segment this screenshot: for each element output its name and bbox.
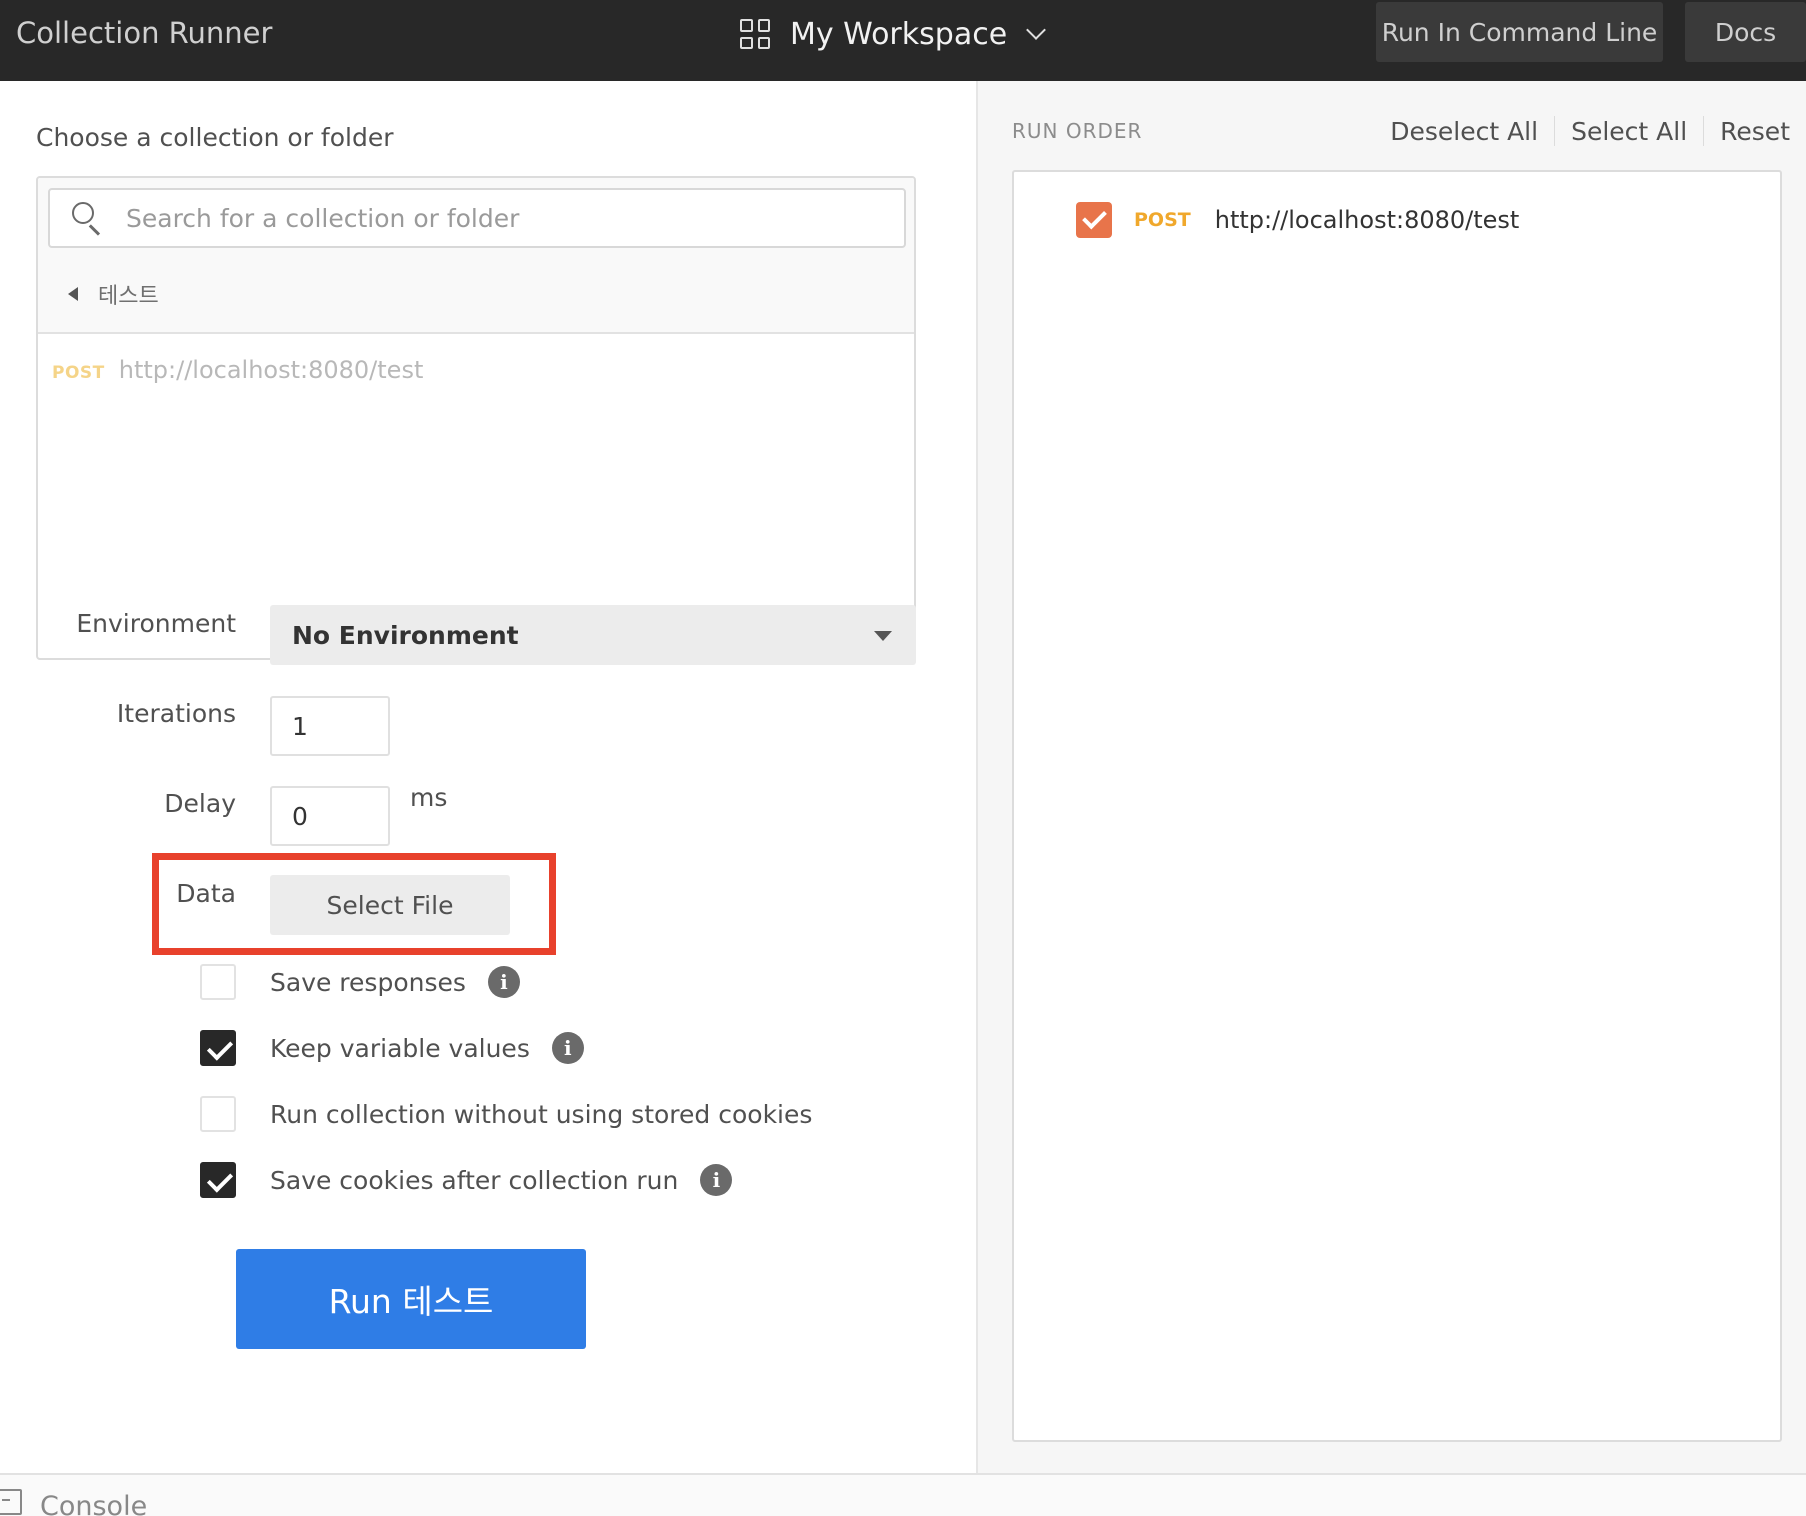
select-file-button[interactable]: Select File [270, 875, 510, 935]
environment-label: Environment [76, 609, 236, 638]
run-order-list: POST http://localhost:8080/test [1012, 170, 1782, 1442]
status-bar: Console [0, 1473, 1806, 1516]
keep-variable-values-label: Keep variable values [270, 1033, 530, 1063]
option-save-responses[interactable]: Save responses i [200, 964, 520, 1000]
reset-button[interactable]: Reset [1704, 117, 1806, 146]
app-title: Collection Runner [16, 16, 273, 50]
data-label: Data [176, 879, 236, 908]
delay-input[interactable] [270, 786, 390, 846]
workspace-switcher[interactable]: My Workspace [740, 12, 1047, 56]
choose-collection-label: Choose a collection or folder [36, 123, 394, 152]
keep-variable-values-checkbox[interactable] [200, 1030, 236, 1066]
run-order-actions: Deselect All Select All Reset [1374, 116, 1806, 146]
run-collection-button[interactable]: Run 테스트 [236, 1249, 586, 1349]
environment-select[interactable]: No Environment [270, 605, 916, 665]
search-input[interactable] [126, 203, 826, 233]
select-all-button[interactable]: Select All [1555, 117, 1703, 146]
collection-browser: 테스트 POST http://localhost:8080/test [36, 176, 916, 660]
request-method: POST [52, 363, 105, 383]
breadcrumb-back[interactable]: 테스트 [68, 278, 159, 310]
save-cookies-label: Save cookies after collection run [270, 1165, 679, 1195]
info-icon[interactable]: i [551, 1032, 584, 1064]
iterations-input[interactable] [270, 696, 390, 756]
grid-icon [740, 19, 770, 49]
option-save-cookies[interactable]: Save cookies after collection run i [200, 1162, 733, 1198]
chevron-down-icon [1026, 20, 1047, 40]
run-without-cookies-label: Run collection without using stored cook… [270, 1099, 813, 1129]
run-order-panel: RUN ORDER Deselect All Select All Reset … [978, 81, 1806, 1473]
iterations-label: Iterations [116, 699, 236, 728]
run-in-command-line-button[interactable]: Run In Command Line [1376, 2, 1663, 62]
runner-config-panel: Choose a collection or folder 테스트 POST h… [0, 81, 976, 1473]
run-order-item[interactable]: POST http://localhost:8080/test [1076, 202, 1519, 238]
run-order-item-method: POST [1134, 209, 1191, 231]
run-order-item-url: http://localhost:8080/test [1214, 206, 1520, 234]
collection-search [48, 188, 906, 248]
option-run-without-cookies[interactable]: Run collection without using stored cook… [200, 1096, 812, 1132]
environment-value: No Environment [292, 620, 519, 650]
run-without-cookies-checkbox[interactable] [200, 1096, 236, 1132]
run-order-item-checkbox[interactable] [1076, 202, 1112, 238]
save-responses-checkbox[interactable] [200, 964, 236, 1000]
breadcrumb-label: 테스트 [98, 284, 159, 309]
save-cookies-checkbox[interactable] [200, 1162, 236, 1198]
info-icon[interactable]: i [700, 1164, 733, 1196]
console-button[interactable]: Console [40, 1491, 147, 1516]
header-bar: Collection Runner My Workspace Run In Co… [0, 0, 1806, 81]
caret-left-icon [68, 287, 78, 301]
search-icon [72, 202, 104, 236]
deselect-all-button[interactable]: Deselect All [1374, 117, 1554, 146]
collection-browser-header: 테스트 [38, 178, 914, 334]
request-list-item[interactable]: POST http://localhost:8080/test [52, 356, 423, 384]
save-responses-label: Save responses [270, 967, 466, 997]
info-icon[interactable]: i [487, 966, 520, 998]
delay-label: Delay [164, 789, 236, 818]
delay-unit: ms [410, 783, 448, 812]
workspace-name: My Workspace [790, 16, 1008, 52]
console-icon[interactable] [0, 1489, 22, 1515]
request-url: http://localhost:8080/test [118, 356, 424, 384]
option-keep-variable-values[interactable]: Keep variable values i [200, 1030, 584, 1066]
docs-button[interactable]: Docs [1685, 2, 1806, 62]
run-order-title: RUN ORDER [1012, 119, 1143, 143]
caret-down-icon [874, 631, 892, 641]
